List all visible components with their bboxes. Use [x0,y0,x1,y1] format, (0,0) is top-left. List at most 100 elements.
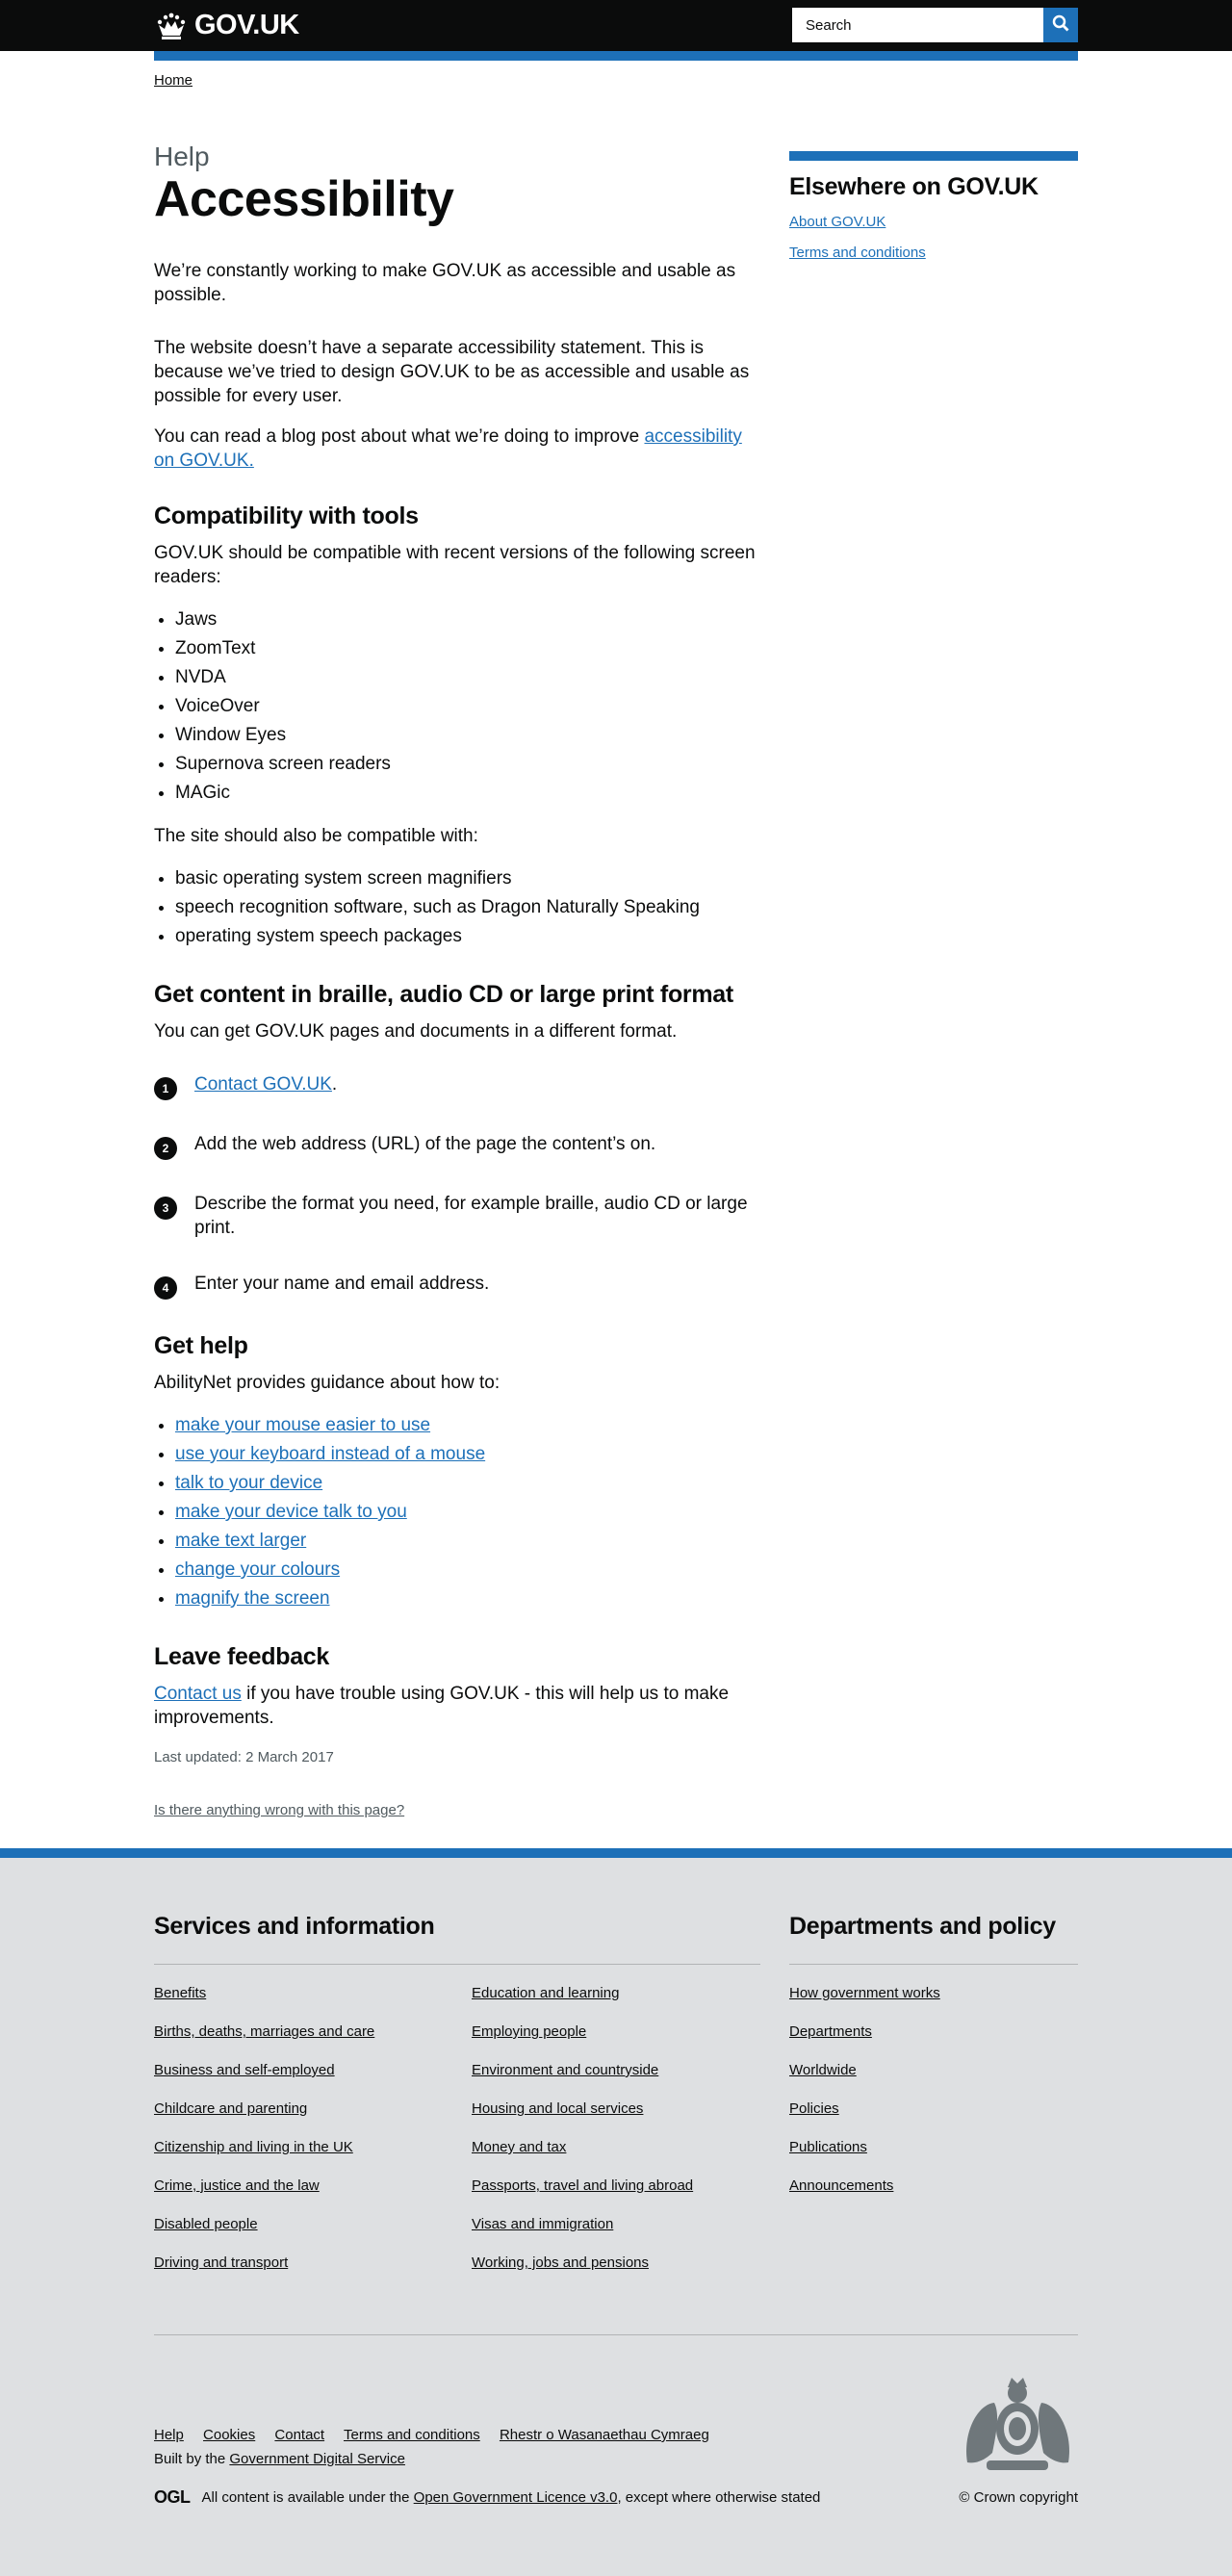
ogl-logo: OGL [154,2487,191,2507]
step-3-text: Describe the format you need, for exampl… [194,1194,748,1238]
header-inner: GOV.UK Search [154,0,1078,51]
footer-link[interactable]: How government works [789,1985,940,2001]
search-input[interactable]: Search [792,8,1043,42]
licence-text: All content is available under the [201,2489,410,2506]
footer-columns: Services and information Benefits Births… [154,1858,1078,2292]
blog-paragraph: You can read a blog post about what we’r… [154,425,756,473]
step-number: 2 [154,1137,177,1160]
footer-contact-link[interactable]: Contact [274,2427,324,2443]
footer-link[interactable]: Housing and local services [472,2100,643,2117]
footer-link[interactable]: Announcements [789,2177,893,2194]
footer-welsh-link[interactable]: Rhestr o Wasanaethau Cymraeg [500,2427,709,2443]
list-item: Publications [789,2138,1078,2177]
list-item: Driving and transport [154,2254,472,2292]
footer-terms-link[interactable]: Terms and conditions [344,2427,480,2443]
footer-inner: Services and information Benefits Births… [154,1858,1078,2518]
list-item: Jaws [175,605,756,634]
footer-link[interactable]: Education and learning [472,1985,619,2001]
step-number: 1 [154,1077,177,1100]
footer-meta: Help Cookies Contact Terms and condition… [154,2335,1078,2518]
list-item: Births, deaths, marriages and care [154,2022,472,2061]
terms-link[interactable]: Terms and conditions [789,245,926,261]
logo-text: GOV.UK [194,10,299,40]
footer-link[interactable]: Environment and countryside [472,2062,658,2078]
screen-readers-list: Jaws ZoomText NVDA VoiceOver Window Eyes… [154,605,756,808]
footer-link[interactable]: Benefits [154,1985,206,2001]
compatibility-also: The site should also be compatible with: [154,826,478,846]
contact-govuk-link[interactable]: Contact GOV.UK [194,1074,332,1095]
services-list-2: Education and learning Employing people … [472,1984,760,2292]
step-number: 3 [154,1197,177,1220]
related-sidebar: Elsewhere on GOV.UK About GOV.UK Terms a… [789,99,1078,1819]
list-item: Disabled people [154,2215,472,2254]
abilitynet-link[interactable]: talk to your device [175,1473,322,1493]
formats-intro: You can get GOV.UK pages and documents i… [154,1021,678,1042]
page-caption: Help [154,142,210,171]
main-container: Home Help Accessibility We’re constantly… [154,61,1078,1819]
footer-link[interactable]: Money and tax [472,2139,566,2155]
list-item: Education and learning [472,1984,760,2022]
abilitynet-links-list: make your mouse easier to use use your k… [154,1411,756,1613]
crown-icon [154,11,189,39]
formats-steps: 1 Contact GOV.UK. 2 Add the web address … [154,1072,756,1300]
footer-link[interactable]: Disabled people [154,2216,258,2232]
list-item: Environment and countryside [472,2061,760,2099]
list-item: Business and self-employed [154,2061,472,2099]
lead-paragraph: We’re constantly working to make GOV.UK … [154,261,736,305]
compatibility-intro: GOV.UK should be compatible with recent … [154,543,756,587]
report-problem-link[interactable]: Is there anything wrong with this page? [154,1802,404,1818]
govuk-logo-link[interactable]: GOV.UK [154,10,299,40]
footer-link[interactable]: Births, deaths, marriages and care [154,2023,374,2040]
abilitynet-link[interactable]: make text larger [175,1531,306,1551]
search-form: Search [792,8,1078,42]
breadcrumb: Home [154,61,1078,99]
footer-link[interactable]: Employing people [472,2023,586,2040]
footer-link[interactable]: Worldwide [789,2062,857,2078]
blog-paragraph-text: You can read a blog post about what we’r… [154,426,645,447]
sidebar-top-bar [789,151,1078,161]
footer-link[interactable]: Citizenship and living in the UK [154,2139,353,2155]
abilitynet-link[interactable]: make your device talk to you [175,1502,407,1522]
footer-link[interactable]: Policies [789,2100,839,2117]
footer-link[interactable]: Business and self-employed [154,2062,335,2078]
abilitynet-link[interactable]: use your keyboard instead of a mouse [175,1444,485,1464]
gds-link[interactable]: Government Digital Service [229,2451,405,2467]
crown-copyright: © Crown copyright [959,2489,1078,2506]
footer-link[interactable]: Publications [789,2139,867,2155]
get-help-heading: Get help [154,1332,248,1359]
list-item: Money and tax [472,2138,760,2177]
list-item: operating system speech packages [175,922,756,951]
list-item: talk to your device [175,1469,756,1498]
list-item: Employing people [472,2022,760,2061]
ogl-link[interactable]: Open Government Licence v3.0 [414,2489,618,2506]
footer-link[interactable]: Departments [789,2023,872,2040]
footer-services: Services and information Benefits Births… [154,1912,760,2292]
footer-help-link[interactable]: Help [154,2427,184,2443]
about-govuk-link[interactable]: About GOV.UK [789,214,886,230]
page-title: Accessibility [154,171,454,227]
departments-list: How government works Departments Worldwi… [789,1984,1078,2215]
search-button[interactable] [1043,8,1078,42]
breadcrumb-home-link[interactable]: Home [154,72,192,89]
step-4-text: Enter your name and email address. [194,1274,490,1294]
footer-link[interactable]: Passports, travel and living abroad [472,2177,693,2194]
abilitynet-link[interactable]: magnify the screen [175,1588,330,1609]
contact-us-link[interactable]: Contact us [154,1684,242,1704]
list-item: Childcare and parenting [154,2099,472,2138]
abilitynet-link[interactable]: make your mouse easier to use [175,1415,430,1435]
footer-link[interactable]: Working, jobs and pensions [472,2254,649,2271]
footer-link[interactable]: Childcare and parenting [154,2100,307,2117]
list-item: Benefits [154,1984,472,2022]
main-content: Help Accessibility We’re constantly work… [154,99,756,1819]
footer-cookies-link[interactable]: Cookies [203,2427,255,2443]
footer-link[interactable]: Driving and transport [154,2254,288,2271]
list-item: make your mouse easier to use [175,1411,756,1440]
step-1: 1 Contact GOV.UK. [154,1072,756,1100]
abilitynet-link[interactable]: change your colours [175,1559,340,1580]
step-number: 4 [154,1276,177,1300]
list-item: Worldwide [789,2061,1078,2099]
list-item: Window Eyes [175,721,756,750]
footer-link[interactable]: Visas and immigration [472,2216,613,2232]
list-item: magnify the screen [175,1584,756,1613]
footer-link[interactable]: Crime, justice and the law [154,2177,320,2194]
